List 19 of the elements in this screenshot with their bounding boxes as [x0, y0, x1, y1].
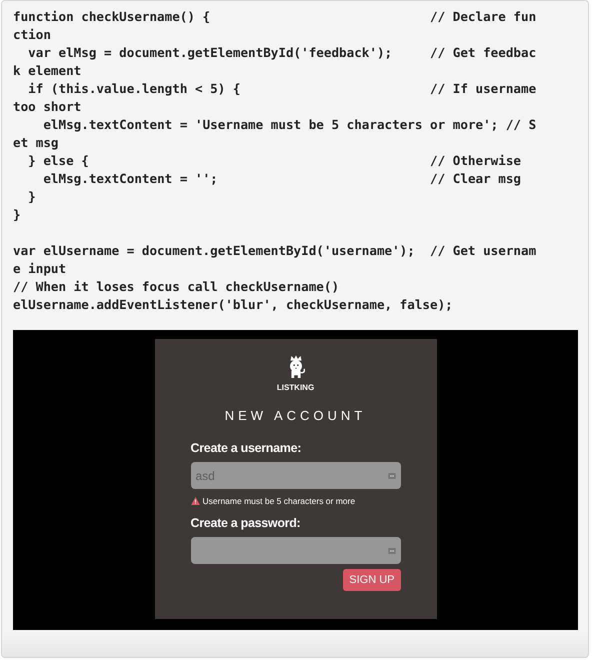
code-line: elMsg.textContent = ''; // Clear msg: [42, 170, 522, 188]
warning-icon: [190, 497, 200, 505]
form-heading: NEW ACCOUNT: [224, 408, 366, 423]
sign-up-button[interactable]: SIGN UP: [343, 569, 400, 591]
code-line: var elUsername = document.getElementById('username'); // Get username input: [13, 242, 538, 278]
code-line: elMsg.textContent = 'Username must be 5 characters or more'; // Set msg: [13, 116, 538, 152]
code-line: // When it loses focus call checkUsername(): [13, 278, 340, 296]
code-line: } else { // Otherwise: [27, 152, 522, 170]
input-field[interactable]: asd: [190, 462, 400, 489]
brand-name: LISTKING: [276, 383, 314, 392]
password-manager-icon: [388, 472, 396, 478]
input-field[interactable]: [190, 537, 400, 564]
code-line: }: [27, 188, 37, 206]
field-label: Create a password:: [190, 516, 302, 530]
code-line: }: [13, 206, 22, 224]
code-line: elUsername.addEventListener('blur', checkUsername, false);: [13, 296, 454, 314]
error-message: Username must be 5 characters or more: [202, 496, 356, 506]
field-label: Create a username:: [190, 441, 302, 455]
password-manager-icon: [388, 548, 396, 554]
